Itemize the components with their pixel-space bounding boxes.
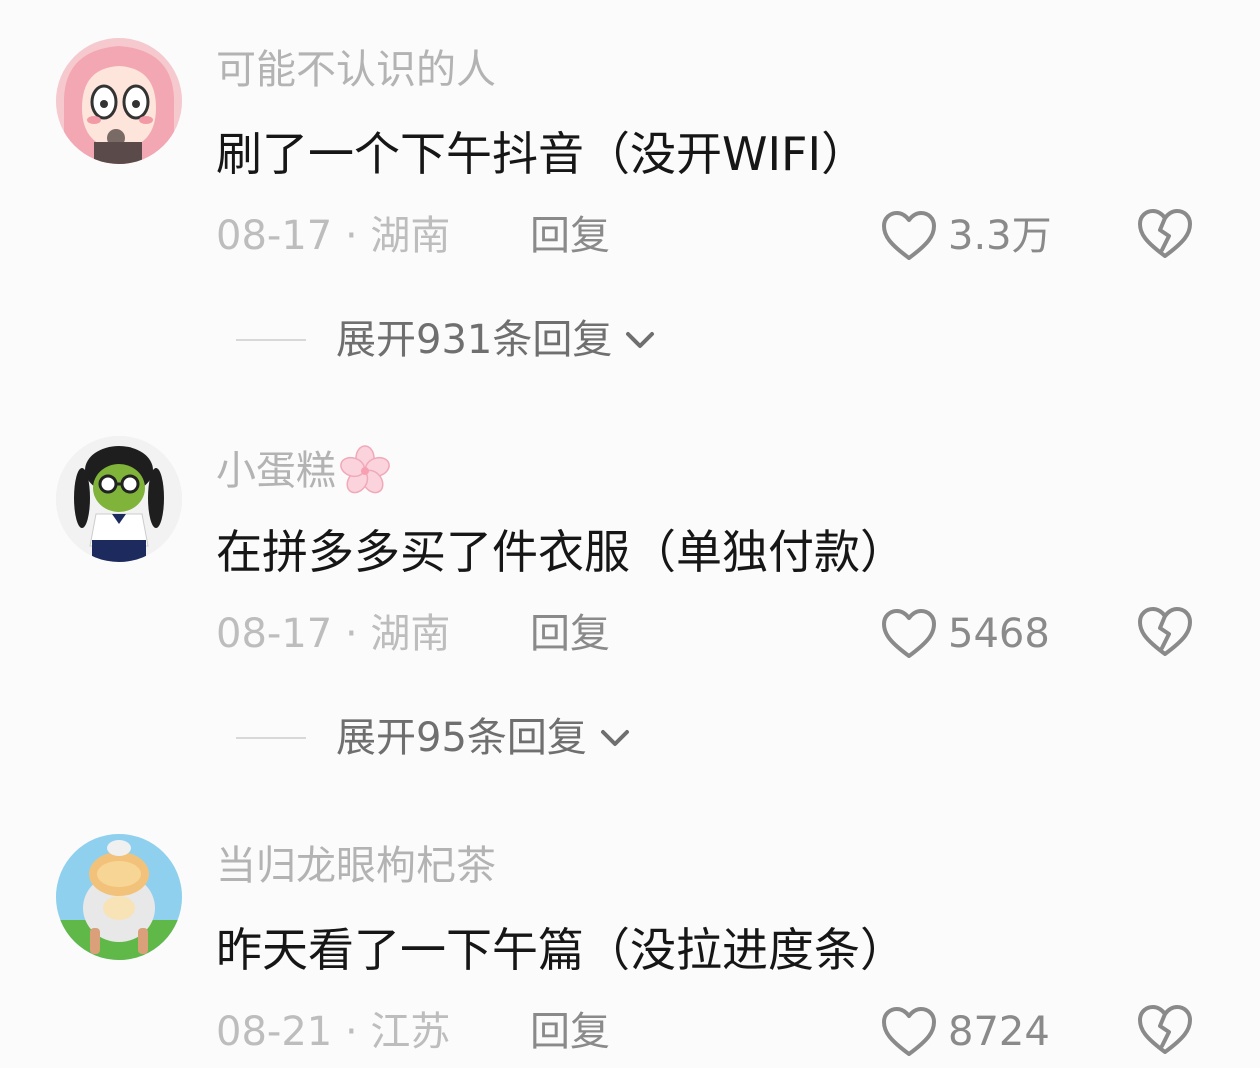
like-button[interactable]: 8724 [880,1004,1050,1060]
divider-line [236,737,306,739]
username-text[interactable]: 可能不认识的人 [216,46,496,94]
like-button[interactable]: 3.3万 [880,208,1052,264]
username[interactable]: 小蛋糕 [216,444,392,498]
dislike-button[interactable] [1136,606,1194,662]
date-location: 08-17 · 湖南 [216,213,451,259]
heart-outline-icon [882,1007,936,1056]
avatar[interactable] [56,38,182,164]
like-count: 8724 [948,1009,1050,1055]
like-button[interactable]: 5468 [880,606,1050,662]
comment-text: 在拼多多买了件衣服（单独付款） [216,525,906,579]
comment-text: 刷了一个下午抖音（没开WIFI） [216,127,868,181]
like-count: 5468 [948,611,1050,657]
heart-outline-icon [882,211,936,260]
broken-heart-icon [1138,607,1192,656]
username-text[interactable]: 当归龙眼枸杞茶 [216,842,496,890]
expand-replies-button[interactable]: 展开95条回复 [236,710,633,766]
expand-replies-label: 展开931条回复 [336,317,613,363]
username[interactable]: 当归龙眼枸杞茶 [216,842,496,890]
date-location: 08-17 · 湖南 [216,611,451,657]
avatar[interactable] [56,834,182,960]
chevron-down-icon [626,332,655,348]
broken-heart-icon [1138,209,1192,258]
username[interactable]: 可能不认识的人 [216,46,496,94]
divider-line [236,339,306,341]
broken-heart-icon [1138,1005,1192,1054]
like-count: 3.3万 [948,213,1052,259]
username-text[interactable]: 小蛋糕 [216,447,336,495]
sakura-emoji-icon [340,445,390,494]
expand-replies-button[interactable]: 展开931条回复 [236,312,658,368]
reply-button[interactable]: 回复 [530,212,610,260]
dislike-button[interactable] [1136,1004,1194,1060]
chevron-down-icon [600,730,629,746]
reply-button[interactable]: 回复 [530,610,610,658]
comment-list: 可能不认识的人 刷了一个下午抖音（没开WIFI） 08-17 · 湖南 回复 3… [0,0,1260,1068]
date-location: 08-21 · 江苏 [216,1009,451,1055]
reply-button[interactable]: 回复 [530,1008,610,1056]
heart-outline-icon [882,609,936,658]
avatar[interactable] [56,436,182,562]
dislike-button[interactable] [1136,208,1194,264]
expand-replies-label: 展开95条回复 [336,715,587,761]
comment-text: 昨天看了一下午篇（没拉进度条） [216,923,906,977]
